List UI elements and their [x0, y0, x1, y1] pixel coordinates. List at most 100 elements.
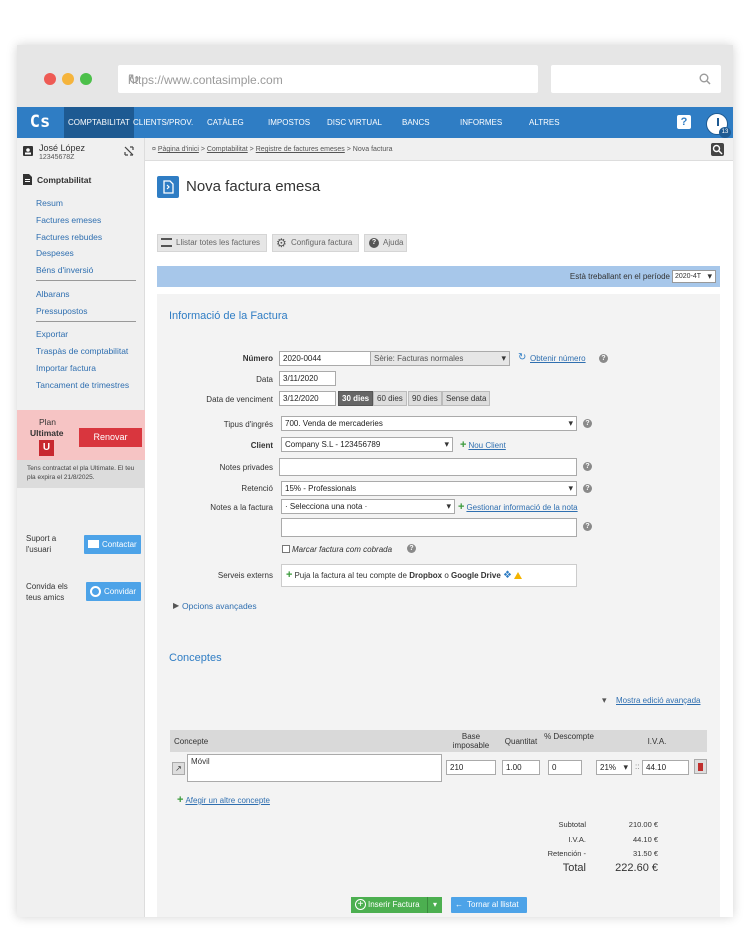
- clock-icon[interactable]: 13: [706, 113, 731, 138]
- maximize-window-icon[interactable]: [80, 73, 92, 85]
- descompte-input[interactable]: 0: [548, 760, 582, 775]
- subtotal-label: Subtotal: [558, 820, 586, 829]
- venciment-input[interactable]: 3/12/2020: [279, 391, 336, 406]
- period-bar: Està treballant en el període 2020-4T: [157, 266, 720, 287]
- contact-label: Contactar: [102, 540, 137, 549]
- contact-button[interactable]: Contactar: [84, 535, 141, 554]
- browser-window: https://www.contasimple.com ↻ Cs COMPTAB…: [17, 45, 733, 917]
- data-label: Data: [256, 375, 273, 384]
- afegir-concepte-link[interactable]: + Afegir un altre concepte: [177, 794, 270, 806]
- base-input[interactable]: 210: [446, 760, 496, 775]
- sidebar-item-importar-factura[interactable]: Importar factura: [36, 363, 96, 373]
- data-input[interactable]: 3/11/2020: [279, 371, 336, 386]
- dropdown-caret-icon[interactable]: ▾: [427, 897, 442, 913]
- arrow-left-icon: ←: [455, 900, 463, 909]
- serie-select[interactable]: Sèrie: Facturas normales: [370, 351, 510, 366]
- help-numero-icon[interactable]: ?: [599, 354, 608, 363]
- close-window-icon[interactable]: [44, 73, 56, 85]
- period-select[interactable]: 2020-4T: [672, 270, 716, 283]
- tipus-label: Tipus d'ingrés: [223, 420, 273, 429]
- address-bar[interactable]: https://www.contasimple.com ↻: [118, 65, 538, 93]
- trash-icon[interactable]: [694, 759, 707, 774]
- help-cobrada-icon[interactable]: ?: [407, 544, 416, 553]
- pointer-icon[interactable]: ↗: [172, 762, 185, 775]
- page-title: Nova factura emesa: [186, 178, 321, 195]
- gestionar-nota-link[interactable]: + Gestionar informació de la nota: [458, 501, 578, 513]
- breadcrumb: ¤ Pàgina d'inici > Comptabilitat > Regis…: [145, 138, 733, 161]
- help-button[interactable]: ? Ajuda: [364, 234, 407, 252]
- nav-cataleg[interactable]: CATÀLEG: [207, 107, 244, 138]
- reload-icon[interactable]: ↻: [128, 71, 529, 88]
- user-card-icon: [23, 146, 33, 156]
- notes-factura-label: Notes a la factura: [210, 503, 273, 512]
- gear-icon: ⚙: [276, 236, 287, 250]
- help-icon[interactable]: ?: [677, 115, 691, 129]
- sidebar-item-traspas[interactable]: Traspàs de comptabilitat: [36, 346, 128, 356]
- contasimple-logo[interactable]: Cs: [20, 107, 60, 138]
- iva-rate-select[interactable]: 21%: [596, 760, 632, 775]
- notifications-badge: 13: [719, 127, 731, 138]
- breadcrumb-home[interactable]: Pàgina d'inici: [158, 146, 199, 153]
- plus-icon: +: [286, 569, 293, 581]
- nav-impostos[interactable]: IMPOSTOS: [268, 107, 310, 138]
- nou-client-link[interactable]: + Nou Client: [460, 439, 506, 451]
- sidebar-item-resum[interactable]: Resum: [36, 198, 63, 208]
- concept-textarea[interactable]: Móvil: [187, 754, 442, 782]
- list-invoices-button[interactable]: Llistar totes les factures: [157, 234, 267, 252]
- nav-disc-virtual[interactable]: DISC VIRTUAL: [327, 107, 382, 138]
- info-section-title: Informació de la Factura: [169, 310, 288, 322]
- venciment-30-button[interactable]: 30 dies: [338, 391, 374, 406]
- sidebar-item-exportar[interactable]: Exportar: [36, 329, 68, 339]
- serveis-label: Serveis externs: [217, 571, 273, 580]
- sidebar-item-factures-emeses[interactable]: Factures emeses: [36, 215, 101, 225]
- notes-privades-textarea[interactable]: [279, 458, 577, 476]
- upload-cloud-box[interactable]: + Puja la factura al teu compte de Dropbo…: [281, 564, 577, 587]
- cobrada-label: Marcar factura com cobrada: [292, 545, 393, 554]
- nav-clients[interactable]: CLIENTS/PROV.: [133, 107, 193, 138]
- obtenir-numero-link[interactable]: Obtenir número: [530, 354, 586, 363]
- browser-search-input[interactable]: [551, 65, 721, 93]
- mail-icon: [88, 540, 99, 548]
- nav-comptabilitat[interactable]: COMPTABILITAT: [64, 107, 134, 138]
- sidebar-item-factures-rebudes[interactable]: Factures rebudes: [36, 232, 102, 242]
- back-to-list-button[interactable]: ← Tornar al llistat: [451, 897, 527, 913]
- help-tipus-icon[interactable]: ?: [583, 419, 592, 428]
- help-retencio-icon[interactable]: ?: [583, 484, 592, 493]
- sidebar-item-albarans[interactable]: Albarans: [36, 289, 70, 299]
- sidebar-item-despeses[interactable]: Despeses: [36, 248, 74, 258]
- sidebar-item-pressupostos[interactable]: Pressupostos: [36, 306, 88, 316]
- help-nota-icon[interactable]: ?: [583, 522, 592, 531]
- nav-informes[interactable]: INFORMES: [460, 107, 502, 138]
- retencio-select[interactable]: 15% - Professionals: [281, 481, 577, 496]
- opcions-avancades-link[interactable]: Opcions avançades: [182, 601, 257, 611]
- mostra-edicio-link[interactable]: Mostra edició avançada: [616, 696, 701, 705]
- switch-company-icon[interactable]: [124, 146, 134, 156]
- search-icon: [699, 73, 711, 85]
- notes-factura-textarea[interactable]: [281, 518, 577, 537]
- renew-button[interactable]: Renovar: [79, 428, 142, 447]
- sidebar-item-tancament[interactable]: Tancament de trimestres: [36, 380, 129, 390]
- search-icon[interactable]: [711, 143, 724, 156]
- notes-factura-select[interactable]: · Selecciona una nota ·: [281, 499, 455, 514]
- nav-bancs[interactable]: BANCS: [402, 107, 430, 138]
- sidebar-item-bens-inversio[interactable]: Béns d'inversió: [36, 265, 93, 275]
- invite-button[interactable]: Convidar: [86, 582, 141, 601]
- breadcrumb-list[interactable]: Registre de factures emeses: [256, 146, 345, 153]
- iva-amount-input[interactable]: 44.10: [642, 760, 689, 775]
- refresh-icon: ↻: [518, 352, 527, 363]
- cobrada-checkbox[interactable]: [282, 545, 290, 553]
- tipus-select[interactable]: 700. Venda de mercaderies: [281, 416, 577, 431]
- numero-input[interactable]: 2020-0044: [279, 351, 371, 366]
- nav-altres[interactable]: ALTRES: [529, 107, 560, 138]
- quantitat-input[interactable]: 1.00: [502, 760, 540, 775]
- breadcrumb-section[interactable]: Comptabilitat: [207, 146, 248, 153]
- help-notes-icon[interactable]: ?: [583, 462, 592, 471]
- venciment-60-button[interactable]: 60 dies: [373, 391, 407, 406]
- venciment-sense-button[interactable]: Sense data: [442, 391, 491, 406]
- configure-invoice-button[interactable]: ⚙ Configura factura: [272, 234, 359, 252]
- insert-invoice-button[interactable]: + Inserir Factura ▾: [351, 897, 442, 913]
- client-select[interactable]: Company S.L - 123456789: [281, 437, 453, 452]
- venciment-90-button[interactable]: 90 dies: [408, 391, 442, 406]
- minimize-window-icon[interactable]: [62, 73, 74, 85]
- plus-icon: +: [458, 501, 465, 513]
